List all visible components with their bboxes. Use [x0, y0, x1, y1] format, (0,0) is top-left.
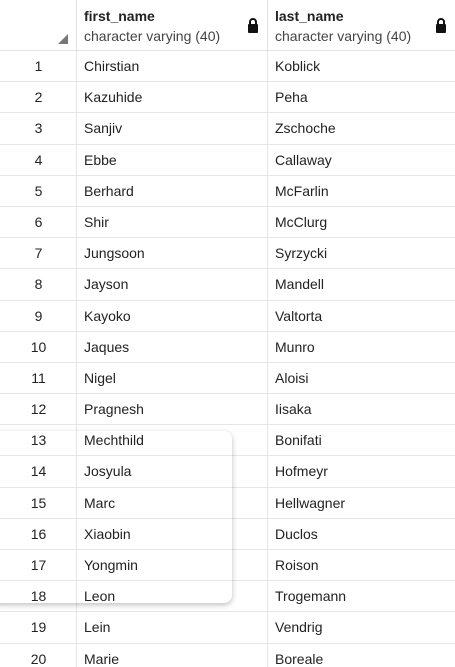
first-name-cell[interactable]: Marc	[77, 487, 268, 518]
table-row[interactable]: 5 Berhard McFarlin	[0, 175, 455, 207]
grid-header: first_name character varying (40) last_n…	[0, 0, 455, 51]
table-row[interactable]: 12 Pragnesh Iisaka	[0, 394, 455, 426]
last-name-cell[interactable]: Iisaka	[268, 394, 455, 424]
last-name-cell[interactable]: Peha	[268, 82, 455, 112]
table-row[interactable]: 10 Jaques Munro	[0, 331, 455, 363]
last-name-cell[interactable]: Hofmeyr	[268, 456, 455, 486]
row-number[interactable]: 18	[0, 581, 77, 612]
column-name: last_name	[275, 8, 344, 24]
first-name-cell[interactable]: Mechthild	[77, 425, 268, 456]
first-name-cell[interactable]: Marie	[77, 643, 268, 667]
table-row[interactable]: 3 Sanjiv Zschoche	[0, 113, 455, 145]
row-number-header[interactable]	[0, 0, 77, 50]
last-name-cell[interactable]: Vendrig	[268, 612, 455, 642]
column-type: character varying (40)	[84, 28, 221, 44]
row-number[interactable]: 11	[0, 362, 77, 394]
last-name-cell[interactable]: Aloisi	[268, 363, 455, 393]
last-name-cell[interactable]: Zschoche	[268, 113, 455, 143]
last-name-cell[interactable]: Koblick	[268, 51, 455, 81]
last-name-cell[interactable]: Syrzycki	[268, 238, 455, 268]
row-number[interactable]: 6	[0, 206, 77, 238]
row-number[interactable]: 12	[0, 394, 77, 425]
row-number[interactable]: 16	[0, 518, 77, 549]
row-number[interactable]: 5	[0, 175, 77, 206]
last-name-cell[interactable]: Duclos	[268, 519, 455, 549]
last-name-cell[interactable]: Trogemann	[268, 581, 455, 611]
row-number[interactable]: 7	[0, 238, 77, 269]
first-name-cell[interactable]: Kayoko	[77, 300, 268, 331]
first-name-cell[interactable]: Pragnesh	[77, 394, 268, 425]
first-name-cell[interactable]: Josyula	[77, 456, 268, 487]
first-name-cell[interactable]: Jungsoon	[77, 238, 268, 269]
row-number[interactable]: 3	[0, 113, 77, 144]
data-grid: first_name character varying (40) last_n…	[0, 0, 455, 667]
row-number[interactable]: 2	[0, 82, 77, 113]
row-number[interactable]: 10	[0, 331, 77, 362]
first-name-cell[interactable]: Jayson	[77, 269, 268, 300]
last-name-cell[interactable]: Bonifati	[268, 425, 455, 455]
row-number[interactable]: 19	[0, 612, 77, 643]
first-name-cell[interactable]: Yongmin	[77, 550, 268, 581]
column-header-last-name[interactable]: last_name character varying (40)	[268, 0, 455, 50]
table-row[interactable]: 16 Xiaobin Duclos	[0, 518, 455, 550]
last-name-cell[interactable]: Hellwagner	[268, 488, 455, 518]
column-header-first-name[interactable]: first_name character varying (40)	[77, 0, 268, 50]
table-row[interactable]: 14 Josyula Hofmeyr	[0, 456, 455, 488]
first-name-cell[interactable]: Shir	[77, 206, 268, 238]
row-number[interactable]: 20	[0, 643, 77, 667]
last-name-cell[interactable]: Mandell	[268, 269, 455, 299]
last-name-cell[interactable]: Munro	[268, 332, 455, 362]
table-row[interactable]: 6 Shir McClurg	[0, 206, 455, 239]
row-number[interactable]: 13	[0, 425, 77, 456]
grid-body: 1 Chirstian Koblick 2 Kazuhide Peha 3 Sa…	[0, 51, 455, 667]
table-row[interactable]: 20 Marie Boreale	[0, 643, 455, 667]
row-number[interactable]: 14	[0, 456, 77, 487]
row-number[interactable]: 15	[0, 487, 77, 518]
table-row[interactable]: 7 Jungsoon Syrzycki	[0, 238, 455, 270]
row-number[interactable]: 4	[0, 144, 77, 175]
table-row[interactable]: 17 Yongmin Roison	[0, 550, 455, 582]
first-name-cell[interactable]: Lein	[77, 612, 268, 643]
last-name-cell[interactable]: Roison	[268, 550, 455, 580]
first-name-cell[interactable]: Jaques	[77, 331, 268, 362]
last-name-cell[interactable]: Boreale	[268, 644, 455, 667]
lock-icon	[248, 18, 258, 33]
last-name-cell[interactable]: McClurg	[268, 207, 455, 237]
table-row[interactable]: 1 Chirstian Koblick	[0, 51, 455, 83]
table-row[interactable]: 13 Mechthild Bonifati	[0, 425, 455, 457]
first-name-cell[interactable]: Sanjiv	[77, 113, 268, 144]
sort-indicator-icon[interactable]	[58, 34, 68, 44]
first-name-cell[interactable]: Nigel	[77, 362, 268, 394]
table-row[interactable]: 4 Ebbe Callaway	[0, 144, 455, 176]
row-number[interactable]: 8	[0, 269, 77, 300]
first-name-cell[interactable]: Ebbe	[77, 144, 268, 175]
first-name-cell[interactable]: Leon	[77, 581, 268, 612]
column-type: character varying (40)	[275, 28, 412, 44]
table-row[interactable]: 8 Jayson Mandell	[0, 269, 455, 301]
first-name-cell[interactable]: Berhard	[77, 175, 268, 206]
table-row[interactable]: 2 Kazuhide Peha	[0, 82, 455, 114]
lock-icon	[436, 18, 446, 33]
row-number[interactable]: 1	[0, 51, 77, 82]
table-row[interactable]: 19 Lein Vendrig	[0, 612, 455, 644]
first-name-cell[interactable]: Kazuhide	[77, 82, 268, 113]
table-row[interactable]: 18 Leon Trogemann	[0, 581, 455, 613]
column-name: first_name	[84, 8, 155, 24]
table-row[interactable]: 11 Nigel Aloisi	[0, 362, 455, 395]
first-name-cell[interactable]: Xiaobin	[77, 518, 268, 549]
row-number[interactable]: 9	[0, 300, 77, 331]
table-row[interactable]: 15 Marc Hellwagner	[0, 487, 455, 519]
row-number[interactable]: 17	[0, 550, 77, 581]
table-row[interactable]: 9 Kayoko Valtorta	[0, 300, 455, 332]
last-name-cell[interactable]: McFarlin	[268, 176, 455, 206]
first-name-cell[interactable]: Chirstian	[77, 51, 268, 82]
last-name-cell[interactable]: Valtorta	[268, 301, 455, 331]
last-name-cell[interactable]: Callaway	[268, 145, 455, 175]
